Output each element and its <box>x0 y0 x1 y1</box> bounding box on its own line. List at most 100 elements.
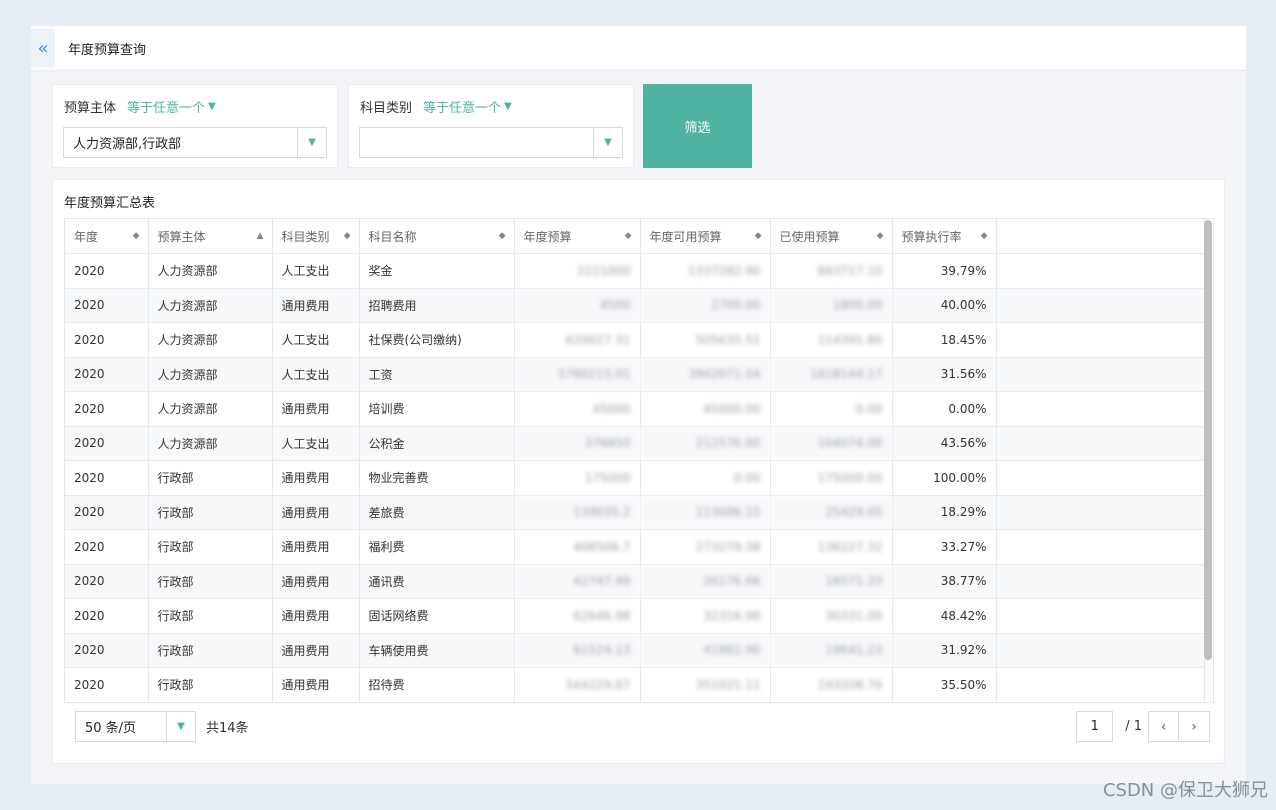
cell-year: 2020 <box>65 253 149 289</box>
table-row[interactable]: 2020 人力资源部 人工支出 社保费(公司缴纳) 620027.31 505635.51… <box>65 322 1205 358</box>
pagination: 1 / 1 ‹ › <box>1076 711 1210 742</box>
cell-entity: 人力资源部 <box>148 391 273 427</box>
column-header-subject-name[interactable]: 科目名称 ◆ <box>359 219 515 254</box>
column-header-used-budget[interactable]: 已使用预算 ◆ <box>770 219 893 254</box>
cell-empty <box>996 564 1205 599</box>
column-header-empty <box>996 219 1205 254</box>
cell-subject-name: 固话网络费 <box>359 598 515 634</box>
table-row[interactable]: 2020 人力资源部 通用费用 招聘费用 4500 2700.00 1800.00 40.00… <box>65 288 1205 323</box>
table-row[interactable]: 2020 行政部 通用费用 招待费 544229.87 351021.11 193208.7… <box>65 667 1205 702</box>
cell-execution-rate: 18.45% <box>892 322 997 358</box>
sort-icon[interactable]: ◆ <box>499 231 506 241</box>
column-header-category[interactable]: 科目类别 ◆ <box>272 219 360 254</box>
cell-used-budget: 1818144.17 <box>770 357 893 392</box>
cell-used-budget: 16571.33 <box>770 564 893 599</box>
table-container[interactable]: 年度 ◆ 预算主体 ▲ 科目类别 ◆ 科目名称 ◆ 年度预算 ◆ 年度可用预算 ◆ 已使用预… <box>64 218 1214 703</box>
cell-available-budget: 3942071.04 <box>640 357 771 392</box>
collapse-back-icon[interactable]: « <box>31 29 55 67</box>
cell-category: 通用费用 <box>272 564 360 599</box>
cell-subject-name: 车辆使用费 <box>359 633 515 668</box>
cell-year: 2020 <box>65 357 149 392</box>
cell-available-budget: 26176.66 <box>640 564 771 599</box>
page-title: 年度预算查询 <box>68 42 147 58</box>
column-header-label: 科目名称 <box>368 229 417 244</box>
next-page-icon[interactable]: › <box>1179 711 1210 742</box>
cell-empty <box>996 253 1205 289</box>
sort-icon[interactable]: ◆ <box>133 231 140 241</box>
cell-subject-name: 招聘费用 <box>359 288 515 323</box>
cell-subject-name: 公积金 <box>359 426 515 461</box>
column-header-year[interactable]: 年度 ◆ <box>65 219 149 254</box>
table-row[interactable]: 2020 行政部 通用费用 物业完善费 175000 0.00 175000.00 100.0… <box>65 460 1205 496</box>
cell-annual-budget: 42747.99 <box>514 564 641 599</box>
subject-category-select[interactable]: ▼ <box>359 127 623 158</box>
cell-category: 人工支出 <box>272 322 360 358</box>
chevron-down-icon[interactable]: ▼ <box>297 128 326 157</box>
page-size-select[interactable]: 50 条/页 ▼ <box>75 711 196 742</box>
table-row[interactable]: 2020 人力资源部 通用费用 培训费 45000 45000.00 0.00 0.00% <box>65 391 1205 427</box>
cell-category: 通用费用 <box>272 288 360 323</box>
cell-annual-budget: 544229.87 <box>514 667 641 702</box>
prev-page-icon[interactable]: ‹ <box>1148 711 1179 742</box>
cell-execution-rate: 43.56% <box>892 426 997 461</box>
cell-year: 2020 <box>65 288 149 323</box>
filter-operator-dropdown[interactable]: 等于任意一个 ▼ <box>127 97 216 116</box>
cell-entity: 行政部 <box>148 564 273 599</box>
sort-icon[interactable]: ◆ <box>625 231 632 241</box>
cell-execution-rate: 31.92% <box>892 633 997 668</box>
column-header-label: 年度预算 <box>523 229 572 244</box>
table-row[interactable]: 2020 行政部 通用费用 车辆使用费 61524.13 41882.90 19641.23… <box>65 633 1205 668</box>
table-row[interactable]: 2020 人力资源部 人工支出 奖金 2221000 1337282.90 883717.1… <box>65 253 1205 289</box>
total-count: 共14条 <box>206 721 249 736</box>
filter-button[interactable]: 筛选 <box>643 84 752 168</box>
table-row[interactable]: 2020 行政部 通用费用 通讯费 42747.99 26176.66 16571.33 38… <box>65 564 1205 599</box>
cell-category: 人工支出 <box>272 253 360 289</box>
cell-category: 通用费用 <box>272 667 360 702</box>
sort-asc-icon[interactable]: ▲ <box>257 231 264 241</box>
filter-label-row: 科目类别 等于任意一个 ▼ <box>360 97 512 116</box>
column-header-entity[interactable]: 预算主体 ▲ <box>148 219 273 254</box>
table-row[interactable]: 2020 人力资源部 人工支出 公积金 376650 212576.00 164074.00… <box>65 426 1205 461</box>
cell-category: 人工支出 <box>272 426 360 461</box>
cell-available-budget: 212576.00 <box>640 426 771 461</box>
page-total: / 1 <box>1125 719 1142 734</box>
cell-annual-budget: 408506.7 <box>514 529 641 565</box>
cell-available-budget: 113006.15 <box>640 495 771 530</box>
cell-empty <box>996 598 1205 634</box>
cell-execution-rate: 31.56% <box>892 357 997 392</box>
column-header-available-budget[interactable]: 年度可用预算 ◆ <box>640 219 771 254</box>
cell-execution-rate: 35.50% <box>892 667 997 702</box>
current-page-input[interactable]: 1 <box>1076 711 1114 742</box>
column-header-execution-rate[interactable]: 预算执行率 ◆ <box>892 219 997 254</box>
sort-icon[interactable]: ◆ <box>877 231 884 241</box>
caret-down-icon: ▼ <box>208 101 216 112</box>
budget-entity-select[interactable]: 人力资源部,行政部 ▼ <box>63 127 327 158</box>
filter-operator-dropdown[interactable]: 等于任意一个 ▼ <box>423 97 512 116</box>
column-header-label: 科目类别 <box>281 229 330 244</box>
column-header-annual-budget[interactable]: 年度预算 ◆ <box>514 219 641 254</box>
chevron-down-icon[interactable]: ▼ <box>166 712 195 741</box>
table-row[interactable]: 2020 行政部 通用费用 福利费 408506.7 273279.38 136227.32… <box>65 529 1205 565</box>
sort-icon[interactable]: ◆ <box>981 231 988 241</box>
cell-execution-rate: 18.29% <box>892 495 997 530</box>
budget-table: 年度 ◆ 预算主体 ▲ 科目类别 ◆ 科目名称 ◆ 年度预算 ◆ 年度可用预算 ◆ 已使用预… <box>65 219 1205 702</box>
table-row[interactable]: 2020 行政部 通用费用 差旅费 139035.2 113006.15 25429.05 1… <box>65 495 1205 530</box>
vertical-scrollbar[interactable] <box>1204 220 1212 660</box>
sort-icon[interactable]: ◆ <box>755 231 762 241</box>
cell-empty <box>996 460 1205 496</box>
table-row[interactable]: 2020 人力资源部 人工支出 工资 5760215.01 3942071.04 18181… <box>65 357 1205 392</box>
cell-subject-name: 差旅费 <box>359 495 515 530</box>
cell-used-budget: 164074.00 <box>770 426 893 461</box>
app-window: « 年度预算查询 预算主体 等于任意一个 ▼ 人力资源部,行政部 ▼ 科目类别 … <box>31 26 1246 784</box>
cell-year: 2020 <box>65 598 149 634</box>
cell-execution-rate: 48.42% <box>892 598 997 634</box>
sort-icon[interactable]: ◆ <box>344 231 351 241</box>
chevron-down-icon[interactable]: ▼ <box>593 128 622 157</box>
cell-entity: 人力资源部 <box>148 426 273 461</box>
cell-annual-budget: 139035.2 <box>514 495 641 530</box>
cell-execution-rate: 40.00% <box>892 288 997 323</box>
table-row[interactable]: 2020 行政部 通用费用 固话网络费 62646.98 32316.98 30331.00… <box>65 598 1205 634</box>
summary-table-card: 年度预算汇总表 年度 ◆ 预算主体 ▲ 科目类别 ◆ 科目名称 ◆ 年度预算 ◆ 年度可用… <box>52 179 1225 764</box>
cell-subject-name: 社保费(公司缴纳) <box>359 322 515 358</box>
cell-entity: 人力资源部 <box>148 357 273 392</box>
